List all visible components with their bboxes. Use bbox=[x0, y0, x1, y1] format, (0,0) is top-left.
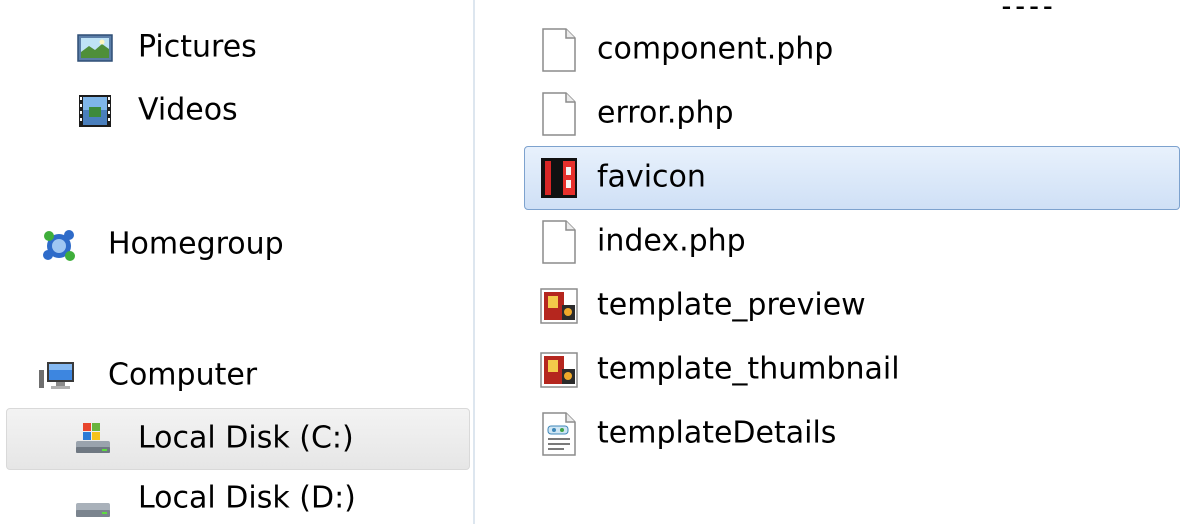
nav-label-local-disk-d: Local Disk (D:) bbox=[138, 480, 356, 516]
xml-file-icon bbox=[542, 412, 576, 456]
file-row[interactable]: favicon bbox=[524, 146, 1180, 210]
nav-label-videos: Videos bbox=[138, 92, 238, 128]
file-name: template_preview bbox=[597, 287, 866, 323]
nav-label-computer: Computer bbox=[108, 357, 258, 393]
image-file-icon bbox=[540, 352, 578, 388]
navigation-pane: Pictures Videos Homegroup Computer Local… bbox=[0, 0, 472, 524]
nav-label-homegroup: Homegroup bbox=[108, 226, 284, 262]
file-name: error.php bbox=[597, 95, 734, 131]
file-name: template_thumbnail bbox=[597, 351, 900, 387]
file-name: templateDetails bbox=[597, 415, 837, 451]
pictures-library-icon bbox=[77, 34, 113, 62]
pane-divider[interactable] bbox=[473, 0, 475, 524]
nav-item-computer[interactable]: Computer bbox=[6, 345, 470, 407]
php-file-icon bbox=[542, 220, 576, 264]
file-name: index.php bbox=[597, 223, 746, 259]
nav-item-homegroup[interactable]: Homegroup bbox=[6, 214, 470, 276]
local-disk-d-icon bbox=[76, 503, 110, 518]
file-row[interactable]: error.php bbox=[524, 82, 1180, 146]
file-row[interactable]: index.php bbox=[524, 210, 1180, 274]
computer-icon bbox=[39, 362, 74, 389]
file-row[interactable]: component.php bbox=[524, 18, 1180, 82]
php-file-icon bbox=[542, 28, 576, 72]
file-row[interactable]: template_thumbnail bbox=[524, 338, 1180, 402]
image-file-icon bbox=[540, 288, 578, 324]
file-name: component.php bbox=[597, 31, 834, 67]
file-row[interactable]: templateDetails bbox=[524, 402, 1180, 466]
nav-label-local-disk-c: Local Disk (C:) bbox=[138, 420, 354, 456]
nav-label-pictures: Pictures bbox=[138, 29, 257, 65]
php-file-icon bbox=[542, 92, 576, 136]
nav-item-pictures[interactable]: Pictures bbox=[6, 17, 470, 79]
file-name: favicon bbox=[597, 159, 706, 195]
file-list: component.php error.php favicon index.ph… bbox=[520, 18, 1187, 466]
file-row[interactable]: template_preview bbox=[524, 274, 1180, 338]
top-edge-text: ـ ـ ـ ـ bbox=[1003, 0, 1052, 14]
nav-item-local-disk-c[interactable]: Local Disk (C:) bbox=[6, 408, 470, 470]
nav-item-videos[interactable]: Videos bbox=[6, 80, 470, 142]
videos-library-icon bbox=[79, 95, 111, 127]
explorer-window: ـ ـ ـ ـ Pictures Videos Homegroup Comput… bbox=[0, 0, 1187, 524]
homegroup-icon bbox=[43, 230, 75, 261]
favicon-file-icon bbox=[541, 158, 577, 198]
local-disk-c-icon bbox=[76, 423, 110, 453]
nav-item-local-disk-d[interactable]: Local Disk (D:) bbox=[6, 468, 470, 524]
